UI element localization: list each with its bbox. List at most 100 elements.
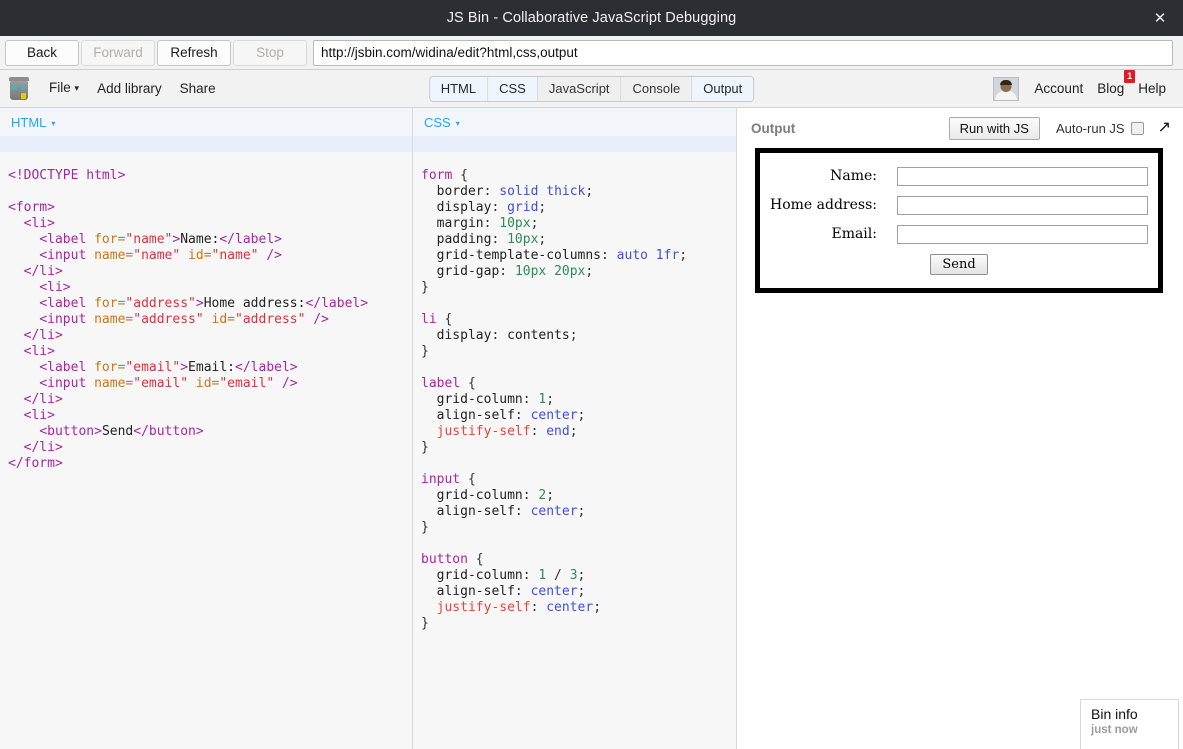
code-token: {	[436, 312, 453, 327]
code-line: grid-template-columns: auto 1fr;	[413, 248, 736, 264]
tab-output[interactable]: Output	[692, 76, 754, 101]
code-token: :	[530, 424, 547, 439]
code-token: :	[522, 392, 539, 407]
code-line: <li>	[0, 344, 412, 360]
code-line: align-self: center;	[413, 584, 736, 600]
code-line: border: solid thick;	[413, 184, 736, 200]
code-token: /	[546, 568, 570, 583]
menu-file-label: File	[49, 80, 71, 95]
blog-link[interactable]: Blog 1	[1090, 69, 1136, 108]
code-token: end	[546, 424, 570, 439]
tab-javascript[interactable]: JavaScript	[537, 76, 622, 101]
code-token: <li>	[39, 280, 71, 295]
code-token: id=	[203, 312, 236, 327]
code-line: }	[413, 440, 736, 456]
close-icon[interactable]: ✕	[1137, 0, 1183, 36]
output-input-address[interactable]	[896, 195, 1148, 215]
code-token: Send	[101, 424, 134, 439]
panel-tab-group: HTML CSS JavaScript Console Output	[428, 75, 755, 102]
code-line: <label for="email">Email:</label>	[0, 360, 412, 376]
output-input-email[interactable]	[896, 224, 1148, 244]
output-send-button[interactable]: Send	[930, 253, 988, 275]
code-token: ;	[577, 504, 586, 519]
code-line: li {	[413, 312, 736, 328]
css-code-editor[interactable]: form { border: solid thick; display: gri…	[413, 136, 736, 749]
code-line: }	[413, 520, 736, 536]
chevron-down-icon: ▾	[455, 118, 460, 128]
tab-console[interactable]: Console	[621, 76, 693, 101]
code-token: :	[483, 216, 500, 231]
code-token: auto 1fr	[616, 248, 680, 263]
avatar[interactable]	[993, 76, 1020, 101]
run-with-js-button[interactable]: Run with JS	[948, 116, 1040, 140]
bin-info-tooltip[interactable]: Bin info just now	[1080, 699, 1179, 749]
css-panel-title: CSS	[424, 114, 451, 130]
account-link[interactable]: Account	[1027, 70, 1090, 108]
jsbin-robot-logo-icon[interactable]	[8, 76, 30, 101]
code-token: ;	[546, 392, 555, 407]
code-token: ;	[577, 408, 586, 423]
bin-info-title: Bin info	[1091, 706, 1138, 722]
code-token: grid-column	[421, 392, 523, 407]
code-token: ;	[679, 248, 688, 263]
css-panel-header[interactable]: CSS ▾	[413, 108, 736, 136]
menu-share[interactable]: Share	[171, 70, 225, 108]
code-token: "email"	[133, 376, 189, 391]
stop-button: Stop	[233, 39, 307, 66]
tab-css[interactable]: CSS	[488, 76, 538, 101]
back-button[interactable]: Back	[5, 39, 79, 66]
html-panel-header[interactable]: HTML ▾	[0, 108, 412, 136]
code-token: <input	[39, 312, 95, 327]
code-token: input	[421, 472, 461, 487]
css-panel: CSS ▾ form { border: solid thick; displa…	[413, 108, 737, 749]
code-token: ;	[530, 216, 539, 231]
code-token: button	[421, 552, 468, 567]
code-token: }	[421, 440, 429, 455]
code-token: :	[491, 200, 508, 215]
refresh-button[interactable]: Refresh	[157, 39, 231, 66]
editor-active-line	[413, 136, 736, 152]
code-line: </li>	[0, 328, 412, 344]
code-token: "email"	[125, 360, 181, 375]
code-token: border	[421, 184, 484, 199]
code-token: 10px	[507, 232, 539, 247]
html-code-editor[interactable]: <!DOCTYPE html> <form> <li> <label for="…	[0, 136, 412, 749]
code-token: ;	[577, 584, 586, 599]
menu-add-library[interactable]: Add library	[88, 70, 171, 108]
code-token: margin	[421, 216, 484, 231]
code-token: name=	[94, 312, 134, 327]
help-link[interactable]: Help	[1131, 70, 1173, 108]
chevron-down-icon: ▾	[74, 83, 80, 93]
code-line: padding: 10px;	[413, 232, 736, 248]
code-line: <li>	[0, 216, 412, 232]
tab-html[interactable]: HTML	[429, 76, 489, 101]
url-input[interactable]: http://jsbin.com/widina/edit?html,css,ou…	[313, 39, 1173, 66]
jsbin-app-toolbar: File ▾ Add library Share HTML CSS JavaSc…	[0, 69, 1183, 108]
code-token: label	[421, 376, 461, 391]
expand-output-icon[interactable]: ↗	[1158, 120, 1171, 136]
code-token: }	[421, 344, 429, 359]
output-input-name[interactable]	[896, 166, 1148, 186]
code-token: solid thick	[499, 184, 586, 199]
auto-run-js-checkbox[interactable]	[1130, 121, 1144, 135]
code-line: margin: 10px;	[413, 216, 736, 232]
code-token: </li>	[23, 392, 63, 407]
menu-file[interactable]: File ▾	[40, 69, 88, 108]
code-token: }	[421, 616, 429, 631]
code-token: <label	[39, 360, 95, 375]
code-token: </li>	[23, 328, 63, 343]
code-token: display	[421, 200, 492, 215]
code-token: </label>	[235, 360, 298, 375]
code-token: grid-template-columns	[421, 248, 602, 263]
output-panel-header: Output Run with JS Auto-run JS ↗	[737, 108, 1183, 148]
code-token: </li>	[23, 264, 63, 279]
code-token: </label>	[219, 232, 282, 247]
code-token: grid-column	[421, 488, 523, 503]
code-line: grid-gap: 10px 20px;	[413, 264, 736, 280]
